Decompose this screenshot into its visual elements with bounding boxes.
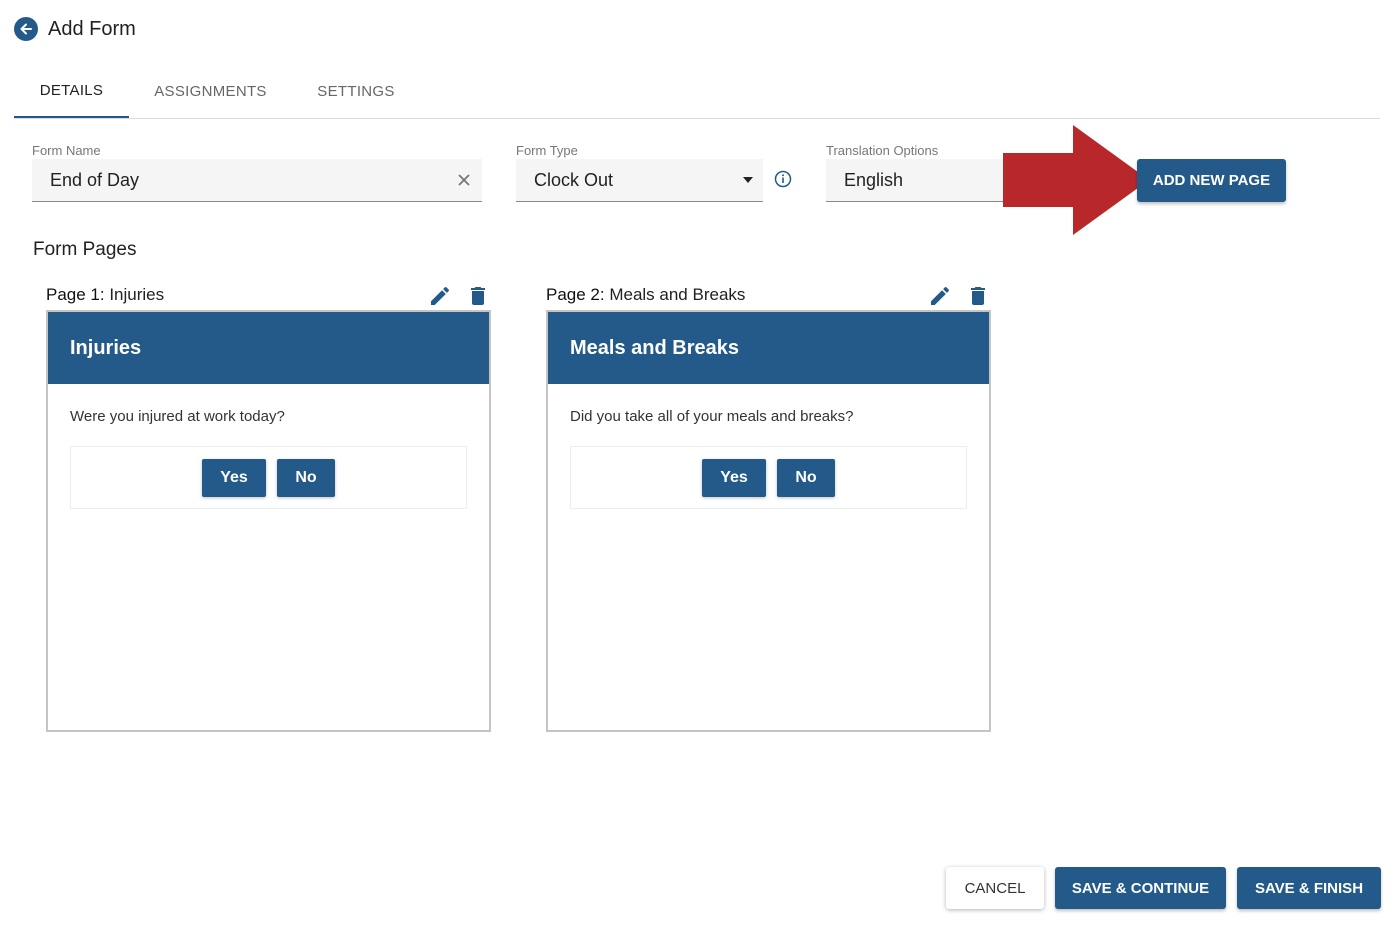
clear-icon[interactable] [446,174,482,186]
pencil-icon[interactable] [928,284,952,308]
arrow-left-icon [20,23,32,35]
page-2-no-button[interactable]: No [777,458,835,497]
add-new-page-button[interactable]: ADD NEW PAGE [1137,159,1286,202]
page-1-name: Injuries [104,285,165,304]
translation-label: Translation Options [826,143,939,158]
cancel-button[interactable]: CANCEL [946,867,1044,909]
back-button[interactable] [14,17,38,41]
form-pages-title: Form Pages [33,239,137,260]
save-finish-button[interactable]: SAVE & FINISH [1237,867,1381,909]
page-card-1[interactable]: Injuries Were you injured at work today?… [46,310,491,732]
info-icon[interactable] [774,170,792,188]
page-card-2[interactable]: Meals and Breaks Did you take all of you… [546,310,991,732]
page-card-1-question: Were you injured at work today? [70,408,285,425]
page-card-1-header: Injuries [48,312,489,384]
page-1-prefix: Page 1: [46,285,105,304]
page-2-name: Meals and Breaks [604,285,746,304]
page-2-label: Page 2: Meals and Breaks [546,285,745,305]
annotation-arrow-icon [1003,125,1149,235]
trash-icon[interactable] [466,284,490,308]
page-1-yes-button[interactable]: Yes [202,458,266,497]
translation-select[interactable]: English [826,159,1026,202]
tab-settings[interactable]: SETTINGS [292,64,420,118]
page-card-2-answers: Yes No [570,446,967,509]
page-title: Add Form [48,17,136,40]
page-1-no-button[interactable]: No [277,458,335,497]
form-type-label: Form Type [516,143,578,158]
page-1-label: Page 1: Injuries [46,285,164,305]
save-continue-button[interactable]: SAVE & CONTINUE [1055,867,1226,909]
form-name-field[interactable]: End of Day [32,159,482,202]
tab-assignments[interactable]: ASSIGNMENTS [129,64,292,118]
trash-icon[interactable] [966,284,990,308]
page-header: Add Form [14,14,136,44]
translation-value[interactable]: English [826,170,1026,191]
page-card-1-answers: Yes No [70,446,467,509]
form-type-select[interactable]: Clock Out [516,159,763,202]
page-card-2-question: Did you take all of your meals and break… [570,408,854,425]
tab-details[interactable]: DETAILS [14,64,129,118]
page-card-2-header: Meals and Breaks [548,312,989,384]
form-name-value[interactable]: End of Day [32,170,446,191]
page-2-prefix: Page 2: [546,285,605,304]
form-name-label: Form Name [32,143,101,158]
form-type-value[interactable]: Clock Out [516,170,733,191]
pencil-icon[interactable] [428,284,452,308]
page-2-yes-button[interactable]: Yes [702,458,766,497]
chevron-down-icon[interactable] [733,177,763,183]
tab-bar: DETAILS ASSIGNMENTS SETTINGS [14,64,1380,119]
